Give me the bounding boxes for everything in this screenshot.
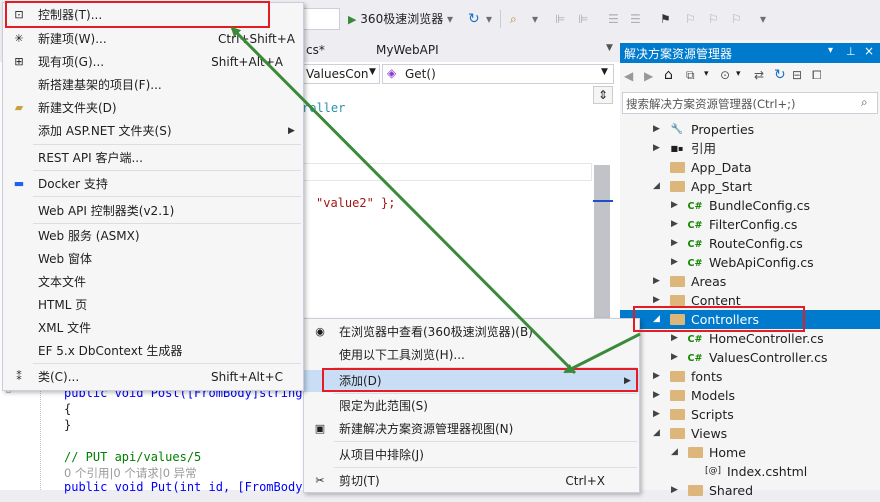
arrow-to-controller [230,26,577,375]
annotation-arrows [230,26,641,375]
arrow-to-add [563,332,641,374]
